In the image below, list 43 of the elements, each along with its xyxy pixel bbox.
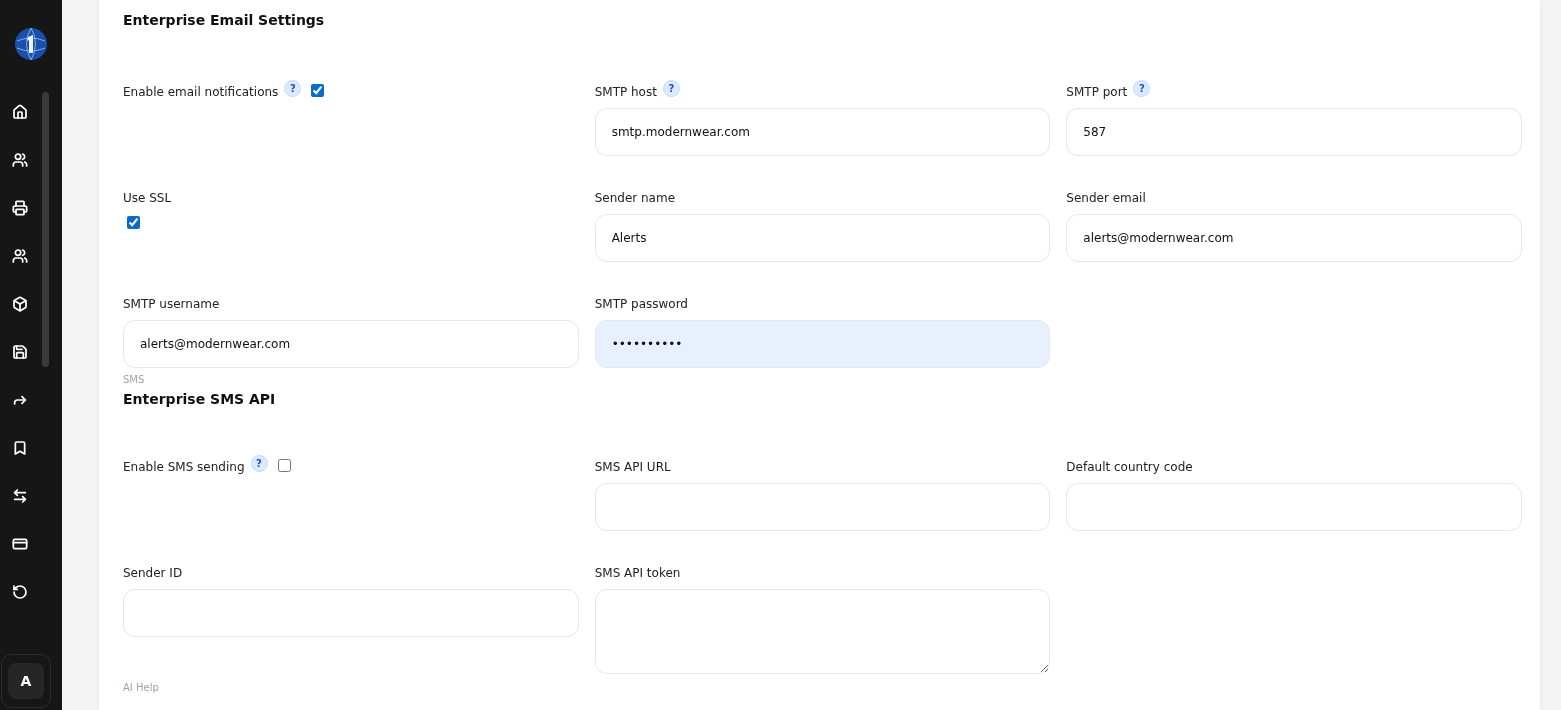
box-icon[interactable]: [12, 296, 30, 314]
help-icon[interactable]: ?: [250, 455, 268, 472]
field-label: SMTP password: [594, 297, 688, 311]
field-label: Default country code: [1066, 460, 1193, 474]
field-label: SMS API URL: [594, 460, 671, 474]
field-label: Sender ID: [123, 566, 183, 580]
help-icon[interactable]: ?: [284, 80, 302, 97]
input-field[interactable]: alerts@modernwear.com: [123, 320, 579, 368]
help-icon[interactable]: ?: [1133, 80, 1151, 97]
printer-icon[interactable]: [12, 200, 30, 218]
input-field[interactable]: [123, 589, 579, 637]
password-field[interactable]: ••••••••••: [594, 320, 1051, 368]
field-label: SMTP host: [594, 85, 657, 99]
field-label: Use SSL: [123, 191, 172, 205]
users-icon[interactable]: [12, 248, 30, 266]
field-label: SMTP port: [1066, 85, 1128, 99]
avatar-button[interactable]: A: [8, 663, 44, 699]
input-field[interactable]: [1066, 483, 1522, 531]
section-heading: Enterprise SMS API: [123, 391, 277, 407]
field-label: Sender email: [1066, 191, 1146, 205]
field-label: Enable email notifications: [123, 85, 279, 99]
section-caption: SMS: [123, 374, 146, 385]
checkbox[interactable]: [277, 459, 291, 472]
input-field[interactable]: alerts@modernwear.com: [1066, 214, 1522, 262]
input-field[interactable]: 587: [1066, 108, 1522, 156]
save-icon[interactable]: [12, 344, 30, 362]
field-label: Sender name: [594, 191, 676, 205]
globe-logo-icon: [14, 27, 48, 61]
section-caption: AI Help: [123, 682, 160, 693]
field-label: Enable SMS sending: [123, 460, 245, 474]
field-label: SMTP username: [123, 297, 220, 311]
input-field[interactable]: smtp.modernwear.com: [594, 108, 1051, 156]
checkbox[interactable]: [127, 216, 140, 229]
checkbox[interactable]: [311, 84, 325, 97]
scrollbar[interactable]: [42, 92, 49, 367]
undo-icon[interactable]: [12, 584, 30, 602]
users-icon[interactable]: [12, 152, 30, 170]
help-icon[interactable]: ?: [662, 80, 680, 97]
field-label: SMS API token: [594, 566, 681, 580]
input-field[interactable]: [594, 483, 1051, 531]
home-icon[interactable]: [12, 104, 30, 122]
input-field[interactable]: Alerts: [594, 214, 1051, 262]
section-heading: Enterprise Email Settings: [123, 12, 326, 28]
